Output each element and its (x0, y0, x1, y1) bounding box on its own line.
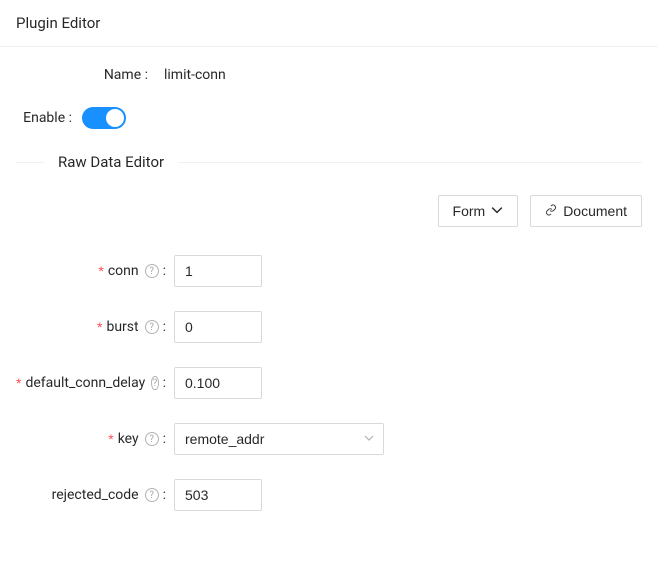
name-label: Name : (16, 67, 158, 83)
modal-title: Plugin Editor (0, 0, 658, 47)
conn-label: *conn?: (16, 263, 174, 279)
name-value: limit-conn (158, 67, 226, 83)
help-icon[interactable]: ? (151, 376, 158, 390)
help-icon[interactable]: ? (145, 264, 159, 278)
enable-label: Enable : (16, 110, 82, 126)
help-icon[interactable]: ? (145, 432, 159, 446)
help-icon[interactable]: ? (145, 488, 159, 502)
section-title: Raw Data Editor (16, 153, 642, 171)
rejected-code-input[interactable] (174, 479, 262, 511)
burst-input[interactable] (174, 311, 262, 343)
chevron-down-icon (491, 203, 503, 219)
default-conn-delay-input[interactable] (174, 367, 262, 399)
form-mode-button[interactable]: Form (438, 195, 519, 227)
document-button[interactable]: Document (530, 195, 642, 227)
conn-input[interactable] (174, 255, 262, 287)
burst-label: *burst?: (16, 319, 174, 335)
help-icon[interactable]: ? (145, 320, 159, 334)
link-icon (545, 203, 557, 219)
key-label: *key?: (16, 431, 174, 447)
rejected-code-label: rejected_code?: (16, 487, 174, 503)
enable-toggle[interactable] (82, 107, 126, 129)
key-select[interactable] (174, 423, 384, 455)
default-conn-delay-label: *default_conn_delay?: (16, 375, 174, 391)
